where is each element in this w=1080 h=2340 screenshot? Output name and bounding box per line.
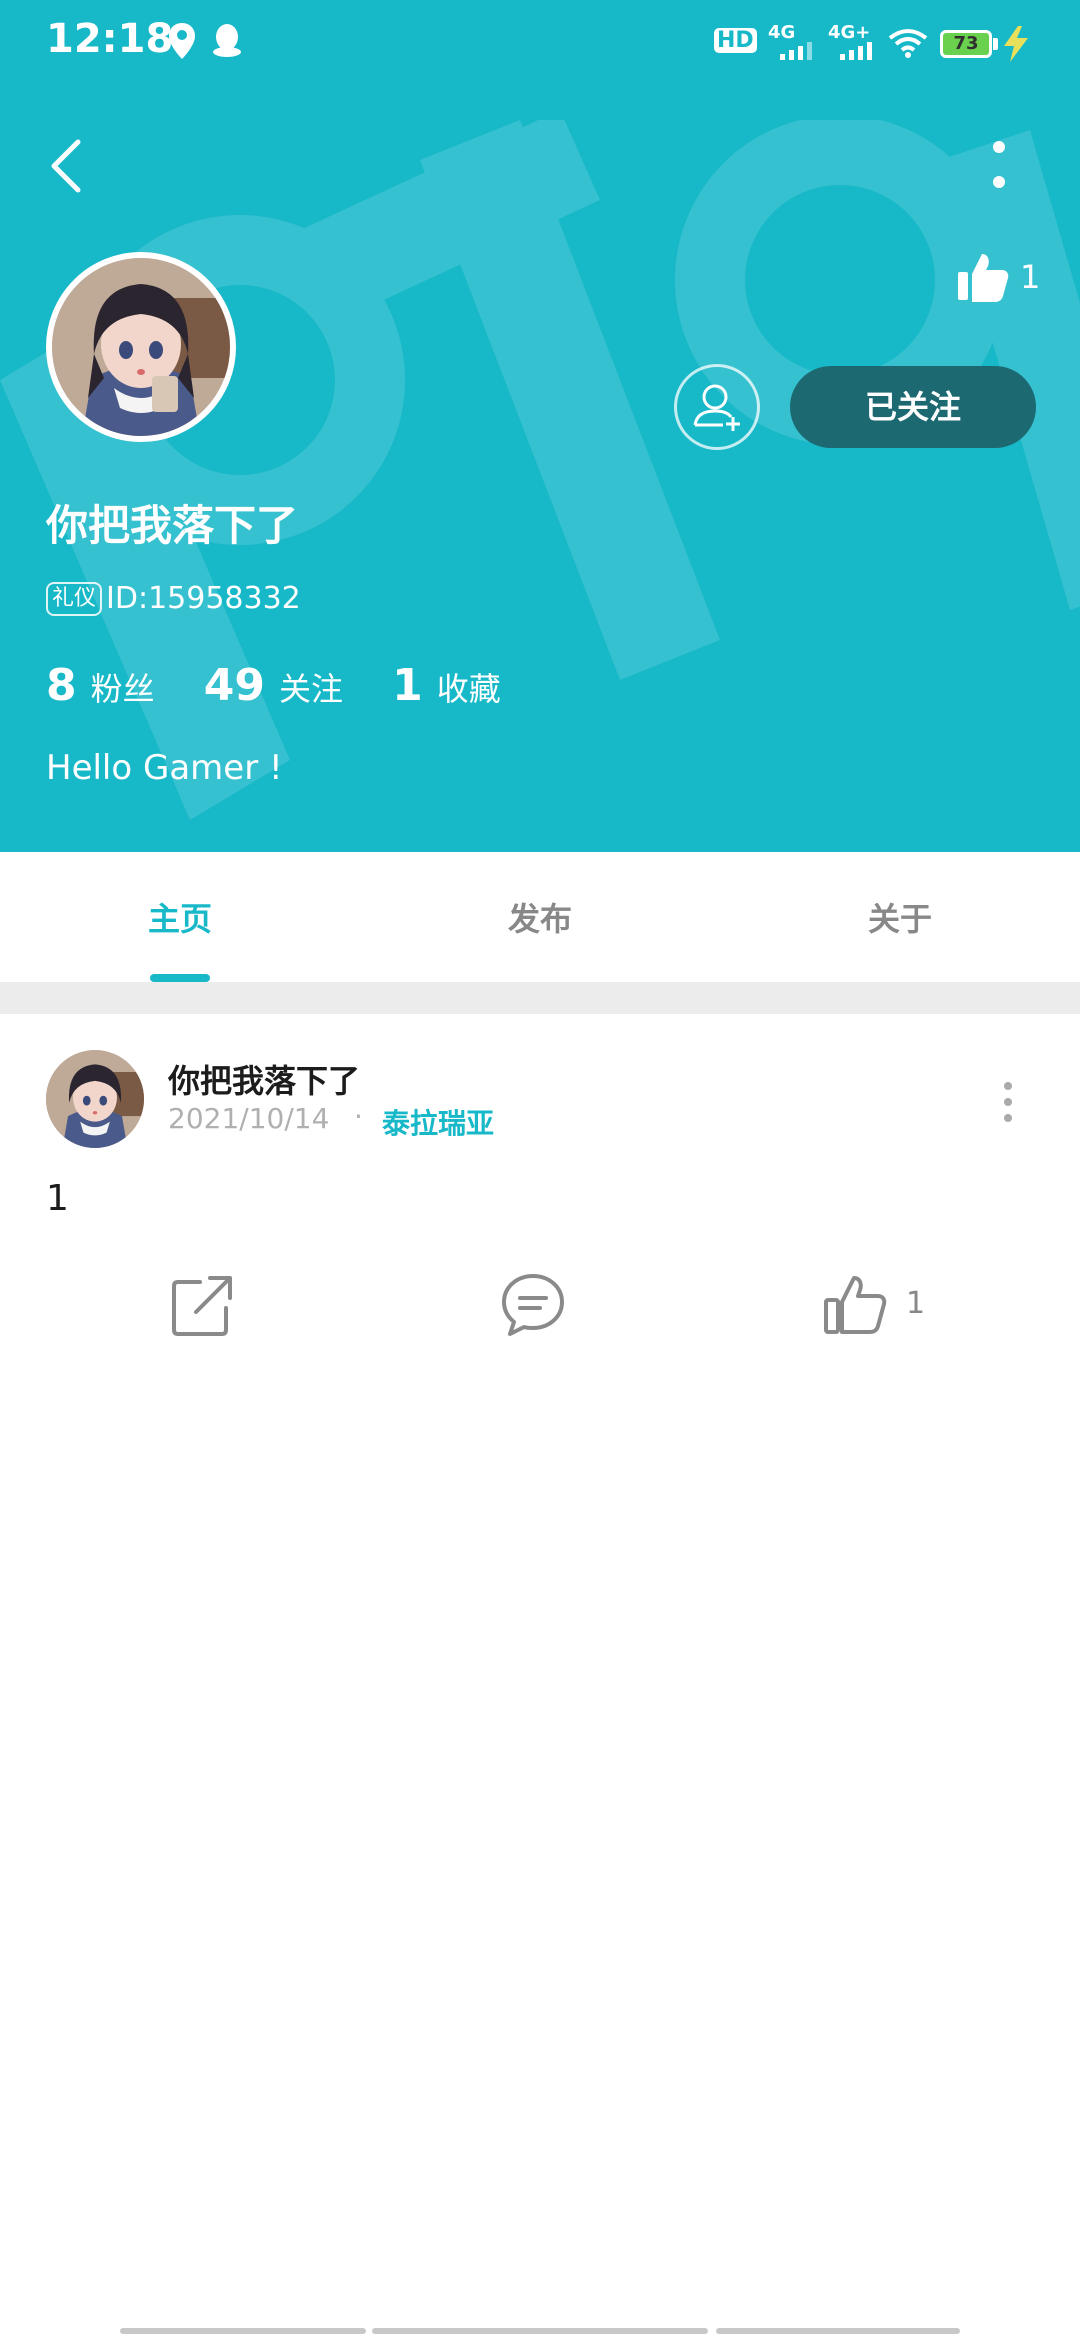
post-avatar-image [46,1050,144,1148]
tab-home[interactable]: 主页 [0,894,360,940]
stat-followers-value: 8 [46,660,77,711]
post-like-count: 1 [906,1286,926,1321]
etiquette-badge: 礼仪 [46,581,103,616]
back-button[interactable] [44,136,88,196]
post-more-icon[interactable] [1000,1082,1016,1122]
stat-following-value: 49 [203,660,265,711]
tab-about[interactable]: 关于 [720,894,1080,940]
post-separator: · [354,1100,363,1133]
tab-bar: 主页 发布 关于 [0,852,1080,982]
section-divider [0,982,1080,1014]
tab-posts[interactable]: 发布 [360,894,720,940]
avatar[interactable] [46,252,236,442]
status-time: 12:18 [46,16,174,62]
stat-followers[interactable]: 8 粉丝 [46,660,155,711]
share-icon[interactable] [170,1272,236,1338]
wifi-icon [888,29,928,58]
signal-icon-2 [840,42,872,60]
post-text[interactable]: 1 [46,1178,69,1219]
post-topic[interactable]: 泰拉瑞亚 [382,1102,494,1142]
profile-id: ID:15958332 [106,581,301,616]
more-vertical-icon[interactable] [984,138,1014,200]
stat-favorites-value: 1 [392,660,423,711]
hd-badge: HD [714,28,757,53]
status-bar: 12:18 HD 4G 4G+ 73 [0,0,1080,84]
add-friend-icon [693,384,740,431]
profile-like-button[interactable]: 1 [956,250,1066,310]
stat-favorites[interactable]: 1 收藏 [392,660,501,711]
profile-bio: Hello Gamer ! [46,748,283,788]
add-friend-button[interactable] [674,364,760,450]
stat-favorites-label: 收藏 [436,670,501,708]
post-author-name[interactable]: 你把我落下了 [168,1056,360,1102]
gesture-bar-right [716,2328,960,2334]
profile-id-row: 礼仪 ID:15958332 [46,580,301,618]
stat-following[interactable]: 49 关注 [204,660,343,711]
follow-button[interactable]: 已关注 [790,366,1036,448]
stat-followers-label: 粉丝 [90,670,155,708]
profile-like-count: 1 [1020,258,1041,296]
signal-icon-1 [780,42,812,60]
qq-icon [213,24,241,57]
battery-cap [993,38,998,50]
post-date: 2021/10/14 [168,1102,330,1135]
post-author-avatar[interactable] [46,1050,144,1148]
thumb-up-icon [958,254,1009,302]
charging-icon [1004,26,1028,62]
gesture-bar-center[interactable] [372,2328,708,2334]
gesture-bar-left [120,2328,366,2334]
avatar-image [52,258,230,436]
tab-indicator [150,974,210,982]
header-watermark [0,120,1080,820]
post-like-icon[interactable] [822,1272,888,1338]
stat-following-label: 关注 [278,670,343,708]
battery-indicator: 73 [940,30,992,58]
location-icon [169,23,195,59]
comment-icon[interactable] [500,1272,566,1338]
profile-stats: 8 粉丝 49 关注 1 收藏 [46,660,545,716]
profile-username: 你把我落下了 [46,501,299,550]
